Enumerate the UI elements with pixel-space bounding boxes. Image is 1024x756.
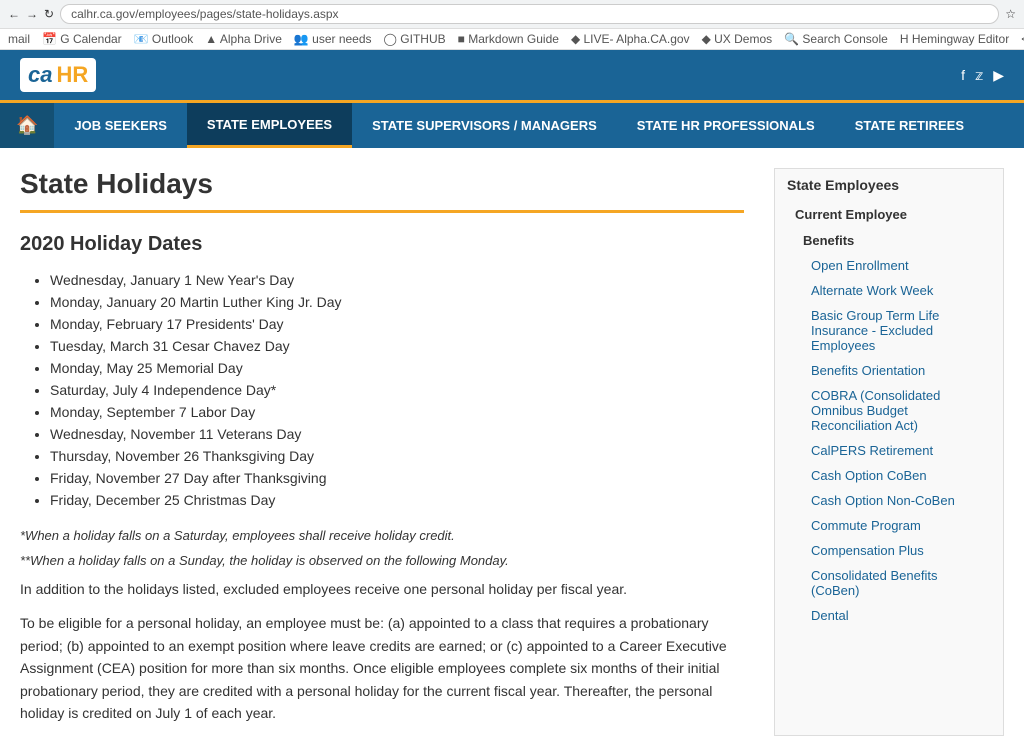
sidebar-section-state-employees[interactable]: State Employees: [775, 169, 1003, 201]
sidebar: State Employees Current Employee Benefit…: [774, 168, 1004, 736]
nav-state-retirees[interactable]: STATE RETIREES: [835, 103, 984, 148]
sidebar-link[interactable]: COBRA (Consolidated Omnibus Budget Recon…: [775, 383, 1003, 438]
site-logo: ca HR: [20, 58, 96, 92]
sidebar-link[interactable]: Basic Group Term Life Insurance - Exclud…: [775, 303, 1003, 358]
sidebar-link[interactable]: Compensation Plus: [775, 538, 1003, 563]
holiday-list-item: Wednesday, January 1 New Year's Day: [50, 272, 744, 288]
body-text: To be eligible for a personal holiday, a…: [20, 612, 744, 724]
nav-state-employees[interactable]: STATE EMPLOYEES: [187, 103, 352, 148]
sidebar-benefits[interactable]: Benefits: [775, 228, 1003, 253]
address-bar[interactable]: calhr.ca.gov/employees/pages/state-holid…: [60, 4, 999, 24]
section-title: 2020 Holiday Dates: [20, 233, 744, 256]
twitter-icon[interactable]: 𝕫: [975, 67, 983, 84]
browser-forward-icon[interactable]: →: [26, 7, 38, 21]
holiday-list-item: Friday, November 27 Day after Thanksgivi…: [50, 470, 744, 486]
sidebar-link[interactable]: Open Enrollment: [775, 253, 1003, 278]
bookmark-bar: mail 📅 G Calendar 📧 Outlook ▲ Alpha Driv…: [0, 29, 1024, 50]
holiday-list-item: Friday, December 25 Christmas Day: [50, 492, 744, 508]
logo-box: ca HR: [20, 58, 96, 92]
nav-state-hr[interactable]: STATE HR PROFESSIONALS: [617, 103, 835, 148]
holiday-list-item: Wednesday, November 11 Veterans Day: [50, 426, 744, 442]
sidebar-current-employee[interactable]: Current Employee: [775, 201, 1003, 228]
note2: **When a holiday falls on a Sunday, the …: [20, 553, 744, 568]
note3: In addition to the holidays listed, excl…: [20, 578, 744, 600]
holiday-list-item: Monday, May 25 Memorial Day: [50, 360, 744, 376]
bookmark-github[interactable]: ◯ GITHUB: [384, 32, 446, 46]
sidebar-link[interactable]: Benefits Orientation: [775, 358, 1003, 383]
nav-job-seekers[interactable]: JOB SEEKERS: [54, 103, 186, 148]
holiday-list-item: Monday, January 20 Martin Luther King Jr…: [50, 294, 744, 310]
bookmark-markdown[interactable]: ■ Markdown Guide: [458, 32, 559, 46]
browser-bar: ← → ↻ calhr.ca.gov/employees/pages/state…: [0, 0, 1024, 29]
bookmark-mail[interactable]: mail: [8, 32, 30, 46]
sidebar-link[interactable]: Cash Option CoBen: [775, 463, 1003, 488]
logo-ca: ca: [28, 62, 52, 88]
bookmark-uxdemos[interactable]: ◆ UX Demos: [702, 32, 773, 46]
youtube-icon[interactable]: ▶: [993, 67, 1004, 84]
bookmark-userneeds[interactable]: 👥 user needs: [294, 32, 372, 46]
bookmark-live[interactable]: ◆ LIVE- Alpha.CA.gov: [571, 32, 690, 46]
browser-reload-icon[interactable]: ↻: [44, 7, 54, 21]
nav-home-button[interactable]: 🏠: [0, 103, 54, 148]
title-underline: [20, 210, 744, 213]
nav-state-supervisors[interactable]: STATE SUPERVISORS / MANAGERS: [352, 103, 617, 148]
sidebar-link[interactable]: Cash Option Non-CoBen: [775, 488, 1003, 513]
holiday-list-item: Monday, September 7 Labor Day: [50, 404, 744, 420]
page-wrapper: State Holidays 2020 Holiday Dates Wednes…: [0, 148, 1024, 756]
holiday-list: Wednesday, January 1 New Year's Day Monda…: [20, 272, 744, 508]
site-header: ca HR f 𝕫 ▶: [0, 50, 1024, 100]
page-title: State Holidays: [20, 168, 744, 200]
sidebar-link[interactable]: CalPERS Retirement: [775, 438, 1003, 463]
bookmark-searchconsole[interactable]: 🔍 Search Console: [784, 32, 888, 46]
social-icons: f 𝕫 ▶: [961, 67, 1004, 84]
star-icon[interactable]: ☆: [1005, 7, 1016, 21]
sidebar-links: Open EnrollmentAlternate Work WeekBasic …: [775, 253, 1003, 628]
bookmark-alphadrive[interactable]: ▲ Alpha Drive: [205, 32, 282, 46]
holiday-list-item: Thursday, November 26 Thanksgiving Day: [50, 448, 744, 464]
holiday-list-item: Tuesday, March 31 Cesar Chavez Day: [50, 338, 744, 354]
facebook-icon[interactable]: f: [961, 67, 965, 84]
sidebar-link[interactable]: Alternate Work Week: [775, 278, 1003, 303]
sidebar-link[interactable]: Consolidated Benefits (CoBen): [775, 563, 1003, 603]
bookmark-gcalendar[interactable]: 📅 G Calendar: [42, 32, 122, 46]
note1: *When a holiday falls on a Saturday, emp…: [20, 528, 744, 543]
sidebar-link[interactable]: Dental: [775, 603, 1003, 628]
bookmark-hemingway[interactable]: H Hemingway Editor: [900, 32, 1009, 46]
holiday-list-item: Monday, February 17 Presidents' Day: [50, 316, 744, 332]
holiday-list-item: Saturday, July 4 Independence Day*: [50, 382, 744, 398]
logo-hr: HR: [56, 62, 88, 88]
sidebar-link[interactable]: Commute Program: [775, 513, 1003, 538]
bookmark-outlook[interactable]: 📧 Outlook: [134, 32, 194, 46]
browser-back-icon[interactable]: ←: [8, 7, 20, 21]
main-nav: 🏠 JOB SEEKERS STATE EMPLOYEES STATE SUPE…: [0, 100, 1024, 148]
main-content: State Holidays 2020 Holiday Dates Wednes…: [20, 168, 744, 736]
